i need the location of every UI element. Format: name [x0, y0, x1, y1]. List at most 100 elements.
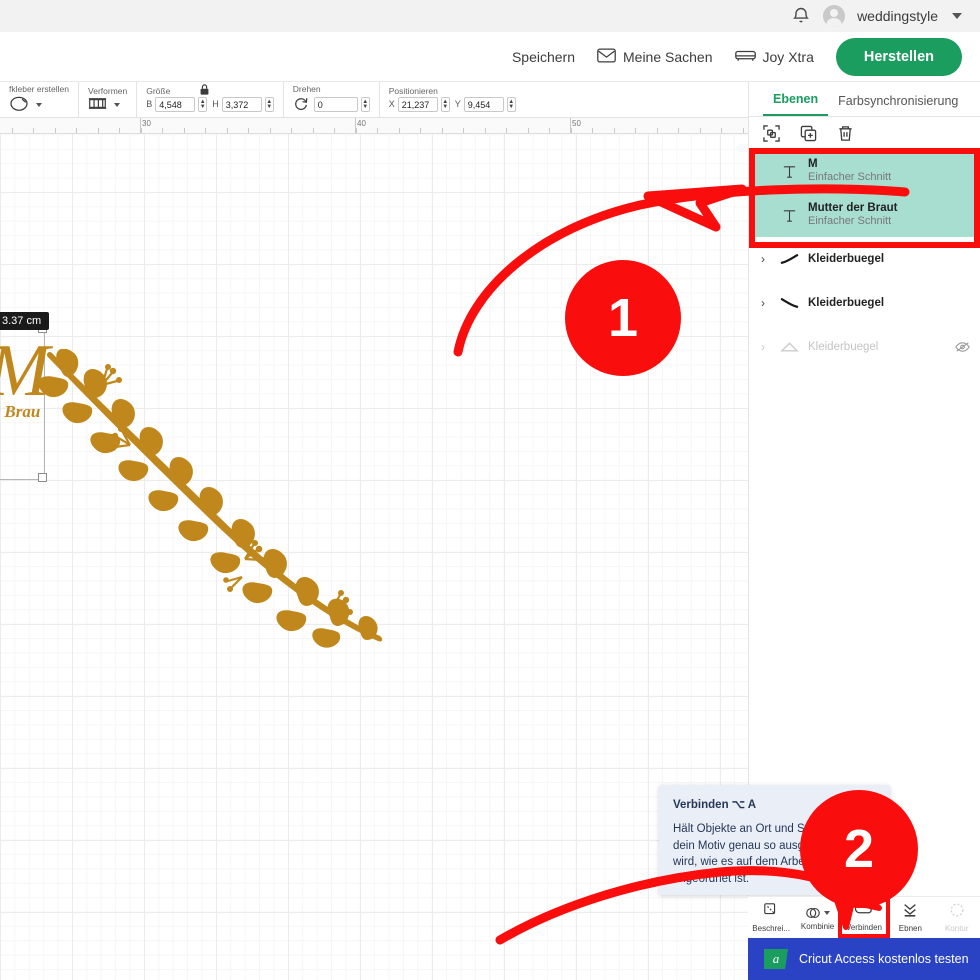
pos-y-input[interactable] [463, 97, 504, 113]
contour-label: Kontur [944, 924, 969, 933]
lock-icon[interactable] [199, 83, 210, 99]
chevron-down-icon[interactable] [114, 102, 121, 107]
layer-row[interactable]: › Kleiderbuegel [749, 325, 980, 369]
panel-tabs: Ebenen Farbsynchronisierung [749, 82, 980, 117]
warp-group-label: Verformen [88, 85, 128, 96]
rotate-icon[interactable] [293, 96, 309, 115]
ruler-tick-minor [11, 128, 13, 133]
width-field[interactable]: B ▲▼ [146, 97, 208, 113]
layer-row[interactable]: › Kleiderbuegel [749, 281, 980, 325]
text-icon [779, 164, 799, 179]
pos-x-field[interactable]: X ▲▼ [389, 97, 450, 113]
height-stepper[interactable]: ▲ ▼ [264, 97, 274, 113]
ruler-tick-minor [119, 128, 120, 133]
slice-button[interactable]: Beschrei... [748, 902, 794, 933]
tool-group-warp[interactable]: Verformen [79, 82, 138, 117]
pos-y-stepper[interactable]: ▲ ▼ [506, 97, 516, 113]
save-button[interactable]: Speichern [512, 49, 575, 65]
ruler-tick-minor [162, 128, 163, 133]
ruler-tick-minor [355, 128, 357, 133]
tab-farbsynchronisierung[interactable]: Farbsynchronisierung [828, 94, 968, 116]
eye-off-icon[interactable] [955, 340, 970, 355]
weld-label: Kombinie [800, 921, 835, 931]
warp-icon[interactable] [88, 97, 107, 113]
layer-row[interactable]: › M Einfacher Schnitt [749, 149, 980, 193]
chevron-down-icon[interactable] [824, 910, 831, 915]
contour-button[interactable]: Kontur [934, 902, 980, 933]
width-stepper[interactable]: ▲ ▼ [198, 97, 208, 113]
layer-title: Kleiderbuegel [808, 340, 879, 353]
ruler-tick-minor [54, 128, 56, 133]
weld-icon [805, 905, 831, 921]
chevron-down-icon[interactable] [36, 102, 42, 107]
ruler-tick-minor [441, 128, 443, 133]
cricut-access-banner[interactable]: a Cricut Access kostenlos testen [748, 938, 980, 980]
ruler-tick-minor [226, 128, 228, 133]
tab-ebenen[interactable]: Ebenen [763, 92, 829, 116]
rotate-input[interactable] [313, 97, 358, 113]
ruler-tick-minor [484, 128, 486, 133]
ruler-tick-minor [398, 128, 400, 133]
rotate-stepper[interactable]: ▲ ▼ [360, 97, 370, 113]
machine-icon [734, 49, 756, 65]
floral-branch-artwork[interactable] [30, 349, 400, 649]
weld-button[interactable]: Kombinie [795, 905, 841, 931]
ruler-tick-minor [291, 128, 292, 133]
account-name[interactable]: weddingstyle [857, 8, 938, 24]
height-input[interactable] [221, 97, 262, 113]
ruler-tick-minor [248, 128, 249, 133]
chevron-right-icon[interactable]: › [761, 296, 770, 310]
chevron-down-icon[interactable] [952, 13, 962, 19]
avatar[interactable] [823, 5, 846, 27]
layer-row[interactable]: › Mutter der Braut Einfacher Schnitt [749, 193, 980, 237]
group-icon[interactable] [763, 124, 780, 142]
stroke-up-icon [779, 253, 799, 265]
duplicate-icon[interactable] [800, 125, 817, 142]
ruler-tick-minor [721, 128, 722, 133]
main-header: Speichern Meine Sachen Joy Xtra Herstell… [0, 32, 980, 82]
ruler-tick-minor [205, 128, 206, 133]
make-it-button[interactable]: Herstellen [835, 37, 962, 76]
ruler-tick-minor [613, 128, 615, 133]
chevron-right-icon[interactable]: › [761, 340, 770, 354]
height-field[interactable]: H ▲▼ [212, 97, 274, 113]
envelope-icon [597, 48, 616, 66]
my-stuff-button[interactable]: Meine Sachen [597, 48, 713, 66]
my-stuff-label: Meine Sachen [623, 48, 713, 65]
pos-x-stepper[interactable]: ▲ ▼ [440, 97, 450, 113]
machine-selector[interactable]: Joy Xtra [734, 49, 814, 65]
annotation-marker-1: 1 [565, 260, 681, 376]
layer-row[interactable]: › Kleiderbuegel [749, 237, 980, 281]
ruler-tick-minor [549, 128, 550, 133]
ruler-tick-minor [334, 128, 335, 133]
tool-group-sticker[interactable]: fkleber erstellen [0, 82, 80, 117]
sticker-icon[interactable] [9, 96, 29, 115]
chevron-right-icon[interactable]: › [761, 252, 770, 266]
ruler-tick-minor [183, 128, 185, 133]
contour-icon [949, 902, 965, 923]
sticker-group-label: fkleber erstellen [9, 84, 70, 94]
rotate-label: Drehen [292, 84, 321, 94]
flatten-button[interactable]: Ebnen [887, 902, 933, 933]
rotate-field[interactable]: ▲▼ [313, 97, 370, 113]
attach-label: Verbinden [845, 923, 882, 932]
property-toolbar: fkleber erstellen Verformen Größe B 4,54… [0, 82, 748, 118]
cricut-logo-icon: a [764, 949, 788, 969]
annotation-marker-2: 2 [800, 790, 918, 908]
save-label: Speichern [511, 48, 575, 65]
ruler-tick-minor [635, 128, 636, 133]
bell-icon[interactable] [791, 6, 811, 26]
ruler-tick-minor [506, 128, 507, 133]
pos-y-field[interactable]: Y ▲▼ [454, 97, 516, 113]
layer-title: M [808, 157, 818, 170]
ruler-tick-minor [570, 128, 572, 133]
layer-title: Mutter der Braut [808, 201, 898, 214]
ruler-tick-minor [269, 128, 271, 133]
ruler-tick-minor [377, 128, 378, 133]
horizontal-ruler: 30 40 50 [0, 118, 748, 134]
delete-icon[interactable] [837, 125, 854, 142]
width-input[interactable] [155, 97, 196, 113]
pos-x-input[interactable] [397, 97, 438, 113]
pos-y-prefix: Y [454, 99, 461, 110]
hanger-icon [779, 341, 799, 353]
